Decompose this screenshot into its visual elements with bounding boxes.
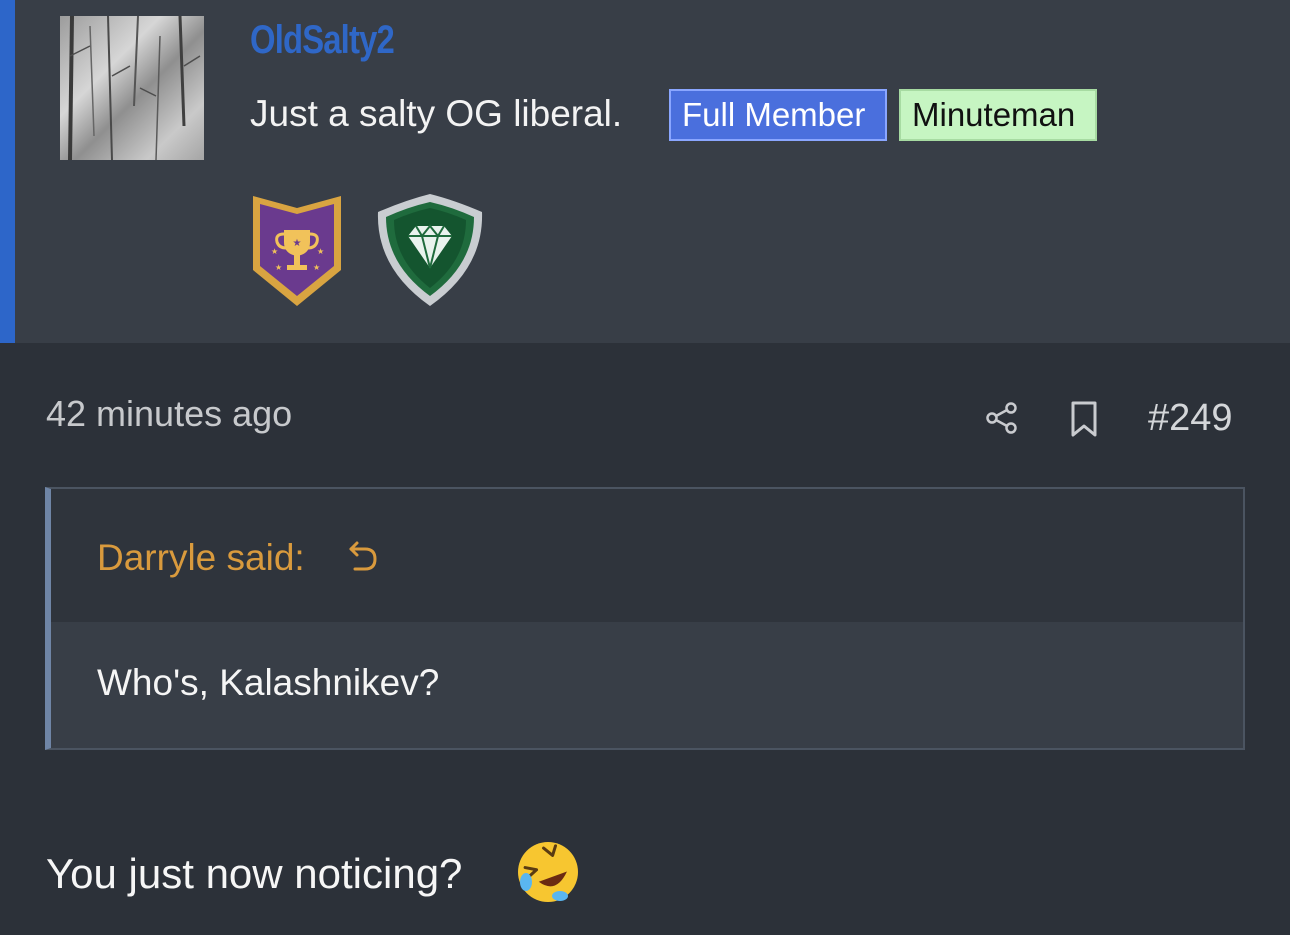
go-to-quote-icon[interactable] [347,537,381,580]
quote-author[interactable]: Darryle said: [97,537,305,579]
trophy-shield-icon[interactable]: ★ ★ ★ ★ ★ [251,192,343,313]
svg-text:★: ★ [271,247,278,256]
full-member-badge: Full Member [669,89,887,141]
bookmark-icon[interactable] [1066,400,1102,443]
diamond-shield-icon[interactable] [374,192,486,313]
post-number-link[interactable]: #249 [1148,397,1233,440]
snowy-trees-image [68,16,201,160]
share-icon[interactable] [984,400,1020,441]
quote-body[interactable]: Who's, Kalashnikev? [51,622,1243,748]
svg-text:★: ★ [293,238,302,249]
minuteman-badge: Minuteman [899,89,1097,141]
user-title: Just a salty OG liberal. [250,93,623,134]
quote-block: Darryle said: Who's, Kalashnikev? [45,487,1245,750]
rolling-on-floor-laughing-emoji [514,838,582,911]
post-timestamp[interactable]: 42 minutes ago [46,393,292,435]
username[interactable]: OldSalty2 [250,18,395,63]
svg-text:★: ★ [275,263,282,272]
quote-text: Who's, Kalashnikev? [97,662,440,703]
post-accent-bar [0,0,15,343]
quote-header: Darryle said: [51,489,1243,622]
user-header: OldSalty2 Just a salty OG liberal. Full … [0,0,1290,343]
avatar[interactable] [60,16,204,160]
svg-text:★: ★ [313,263,320,272]
svg-text:★: ★ [317,247,324,256]
post-message: You just now noticing? [46,850,463,897]
